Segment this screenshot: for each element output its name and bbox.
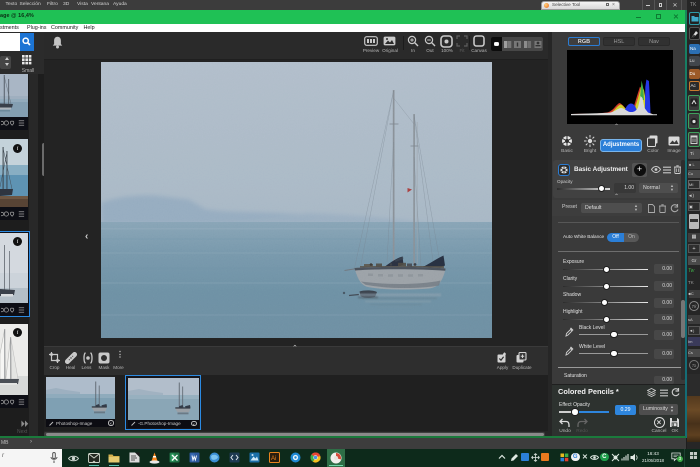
svg-text:Ai: Ai — [271, 456, 276, 462]
